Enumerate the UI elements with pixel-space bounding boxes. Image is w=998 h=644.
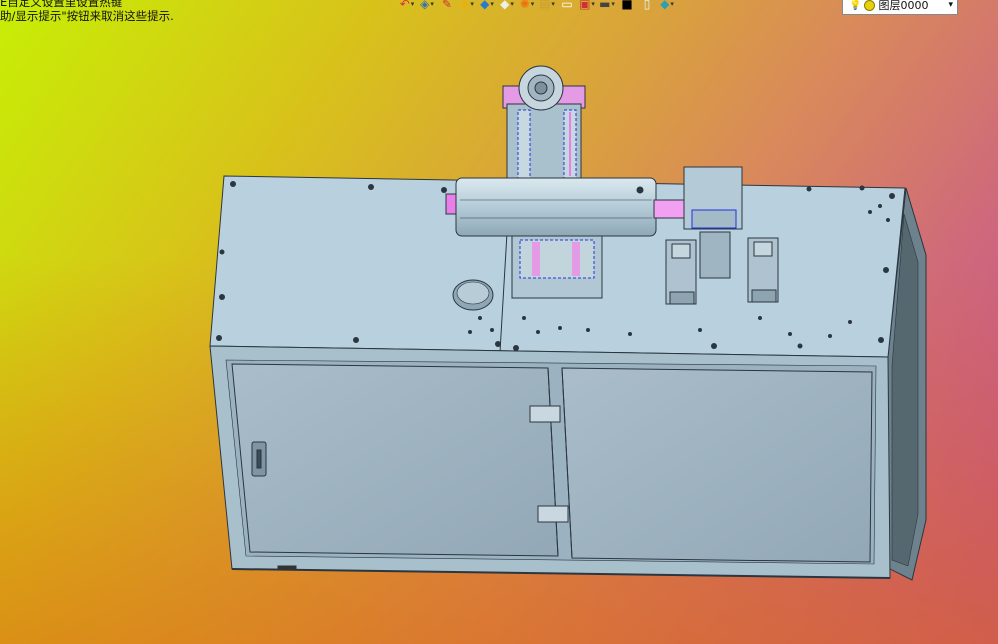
round-port <box>452 279 494 311</box>
cad-viewport[interactable]: E自定义设置里设置热键 助/显示提示"按钮来取消这些提示. ↶ ▾ ◈ ▾ ✎ ◆ ▾… <box>0 0 998 644</box>
cad-model[interactable] <box>0 0 998 644</box>
horizontal-cylinder <box>445 177 685 237</box>
